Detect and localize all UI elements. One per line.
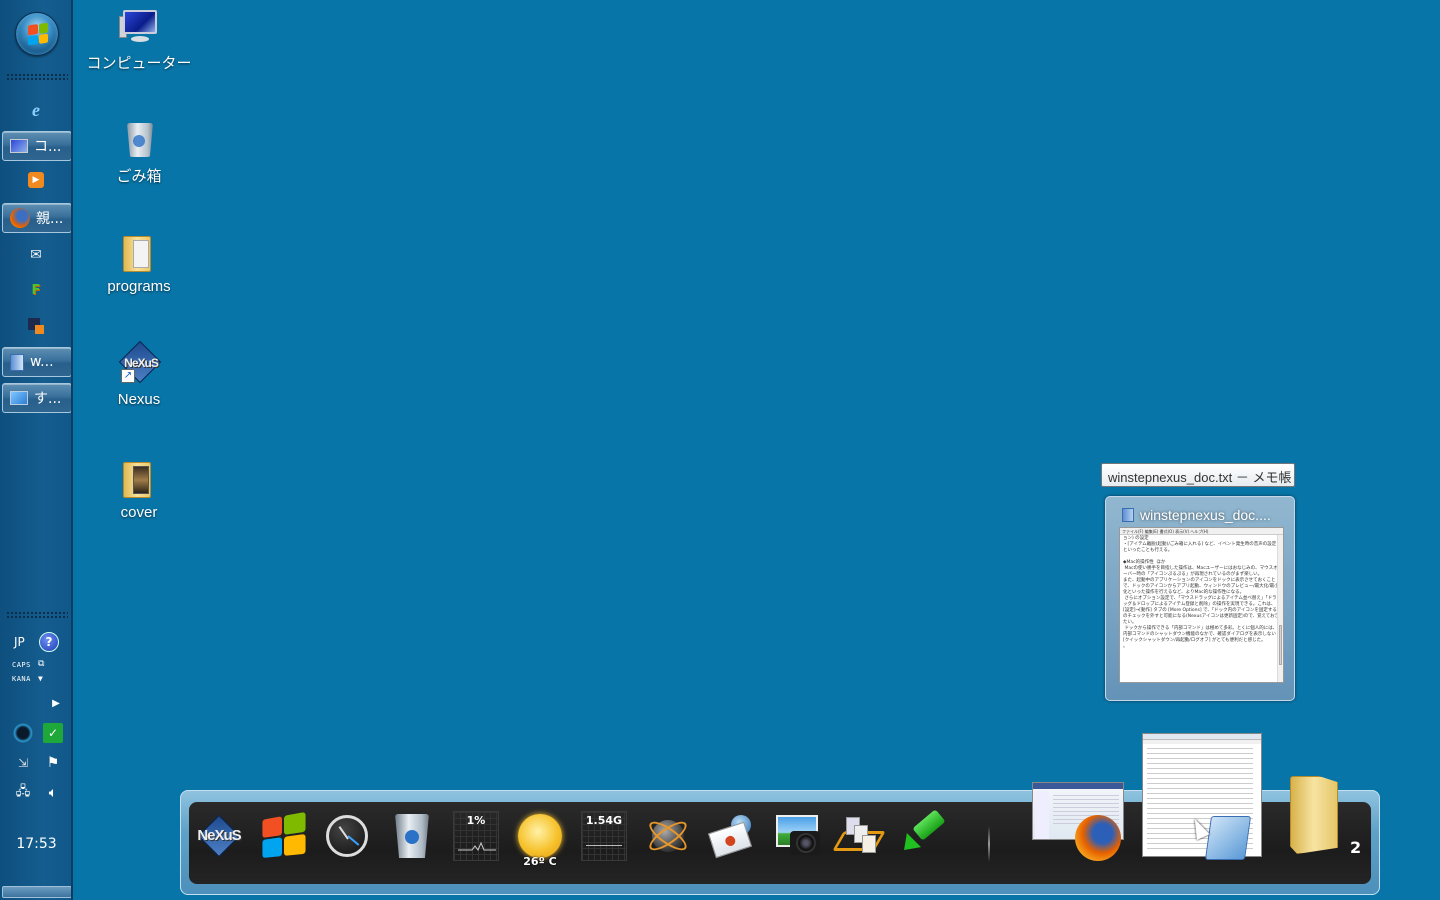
dock-item-photo[interactable]	[768, 806, 824, 866]
desktop-icon-recycle-bin[interactable]: ごみ箱	[79, 121, 199, 186]
usb-safe-remove-icon[interactable]: ⇲	[13, 753, 33, 773]
task-label: す...	[34, 391, 62, 407]
notepad-icon	[1122, 508, 1134, 522]
preview-title-text: winstepnexus_doc....	[1140, 507, 1271, 523]
ftp-icon[interactable]: F	[26, 280, 46, 300]
weather-icon	[518, 814, 562, 858]
task-label: コ...	[34, 139, 62, 155]
memory-value: 1.54G	[585, 814, 623, 827]
task-button-notepad[interactable]: w...	[2, 347, 72, 377]
recycle-bin-icon	[119, 121, 159, 161]
notepad-icon	[1204, 816, 1252, 860]
computer-icon	[10, 139, 28, 153]
task-button-computer[interactable]: コ...	[2, 131, 72, 161]
scrollbar[interactable]	[1277, 535, 1283, 682]
dock-item-recycle-bin[interactable]	[384, 806, 440, 866]
mail-icon[interactable]: ✉	[26, 245, 46, 265]
preview-title: winstepnexus_doc....	[1122, 507, 1271, 523]
ie-icon[interactable]: e	[26, 100, 46, 120]
media-player-icon[interactable]: ▶	[28, 172, 44, 188]
task-label: 親...	[36, 211, 64, 227]
desktop-icon-label: cover	[120, 504, 158, 521]
dock-item-email[interactable]	[704, 806, 760, 866]
dock-item-nexus[interactable]: NeXuS	[191, 806, 247, 866]
desktop-icon-label: Nexus	[117, 391, 161, 408]
desktop-icon-label: programs	[107, 278, 171, 295]
cpu-value: 1%	[466, 814, 486, 827]
tray-expand-arrow-icon[interactable]: ▶	[46, 693, 66, 713]
file-copy-icon	[832, 813, 886, 859]
dock-item-weather[interactable]: 26º C	[512, 806, 568, 868]
preview-thumbnail[interactable]: ファイル(F) 編集(E) 書式(O) 表示(V) ヘルプ(H) ョン) の設定…	[1119, 527, 1284, 683]
desktop-icon-cover[interactable]: cover	[79, 460, 199, 521]
taskbar: e コ... ▶ 親... ✉ F w... す... JP ? CAPS ⧉ …	[0, 0, 73, 900]
kana-dropdown-icon[interactable]: ▼	[38, 674, 43, 683]
recycle-bin-icon	[395, 814, 429, 858]
dock-item-clock[interactable]	[319, 806, 375, 866]
notepad-icon	[10, 353, 24, 371]
computer-icon	[119, 8, 159, 48]
dock-item-file-copy[interactable]	[832, 806, 888, 866]
show-desktop-button[interactable]	[2, 886, 72, 898]
dock-item-network[interactable]	[640, 806, 696, 866]
clock[interactable]: 17:53	[0, 836, 73, 852]
tray-grip[interactable]	[6, 611, 68, 619]
language-indicator[interactable]: JP	[14, 635, 25, 649]
volume-icon[interactable]: 🔈︎	[43, 783, 63, 803]
firefox-icon	[1075, 815, 1121, 861]
cpu-meter-icon: 1%	[453, 811, 499, 861]
dock-item-cpu-meter[interactable]: 1%	[448, 806, 504, 866]
task-button-firefox[interactable]: 親...	[2, 203, 72, 233]
dock-item-firefox[interactable]	[1070, 808, 1126, 868]
task-button-control-panel[interactable]: す...	[2, 383, 72, 413]
window-count-badge: 2	[1350, 838, 1362, 857]
desktop-icon-nexus[interactable]: NeXuS ↗ Nexus	[79, 340, 199, 408]
security-check-icon[interactable]: ✓	[43, 723, 63, 743]
task-label: w...	[30, 354, 54, 370]
notepad-text: ョン) の設定 ・[アイテム離脱(起動)/ごみ箱に入れる] など、イベント発生時…	[1123, 536, 1280, 649]
notepad-menubar: ファイル(F) 編集(E) 書式(O) 表示(V) ヘルプ(H)	[1120, 528, 1283, 535]
nexus-shortcut-icon: NeXuS ↗	[118, 340, 162, 387]
window-preview[interactable]: winstepnexus_doc.... ファイル(F) 編集(E) 書式(O)…	[1105, 496, 1295, 701]
folder-icon	[119, 234, 159, 274]
firefox-icon	[10, 208, 30, 228]
windows-logo-icon	[28, 22, 48, 46]
help-icon[interactable]: ?	[39, 632, 59, 652]
windows-icon	[262, 811, 306, 859]
camera-icon	[772, 813, 820, 859]
folder-icon	[1290, 776, 1338, 854]
nexus-icon: NeXuS	[195, 812, 243, 860]
window-tooltip: winstepnexus_doc.txt － メモ帳	[1101, 463, 1295, 487]
desktop-icon-computer[interactable]: コンピューター	[79, 8, 199, 73]
sync-app-icon[interactable]	[13, 723, 33, 743]
desktop-icon-label: コンピューター	[86, 55, 192, 72]
toolbar-grip[interactable]	[6, 73, 68, 81]
dock-item-windows[interactable]	[255, 806, 311, 866]
action-center-flag-icon[interactable]: ⚑	[43, 753, 63, 773]
squares-icon[interactable]	[26, 316, 46, 336]
ime-mode-icon[interactable]: ⧉	[38, 659, 45, 669]
clock-icon	[326, 815, 368, 857]
memory-meter-icon: 1.54G	[581, 811, 627, 861]
caps-indicator[interactable]: CAPS	[12, 661, 31, 669]
folder-icon	[119, 460, 159, 500]
start-button[interactable]	[15, 12, 59, 56]
dock-item-notepad[interactable]	[1200, 808, 1256, 868]
desktop-icon-programs[interactable]: programs	[79, 234, 199, 295]
temperature: 26º C	[523, 855, 557, 868]
dock-separator	[988, 826, 990, 862]
dock-item-memory-meter[interactable]: 1.54G	[576, 806, 632, 866]
kana-indicator[interactable]: KANA	[12, 675, 31, 683]
dock-item-folder[interactable]	[1284, 775, 1344, 855]
desktop-icon-label: ごみ箱	[116, 168, 162, 185]
network-icon[interactable]: 🖧	[13, 783, 33, 803]
dock-item-usb[interactable]	[896, 806, 952, 866]
control-panel-icon	[10, 391, 28, 405]
network-globe-icon	[645, 814, 691, 858]
email-icon	[707, 815, 755, 859]
usb-icon	[896, 809, 948, 859]
